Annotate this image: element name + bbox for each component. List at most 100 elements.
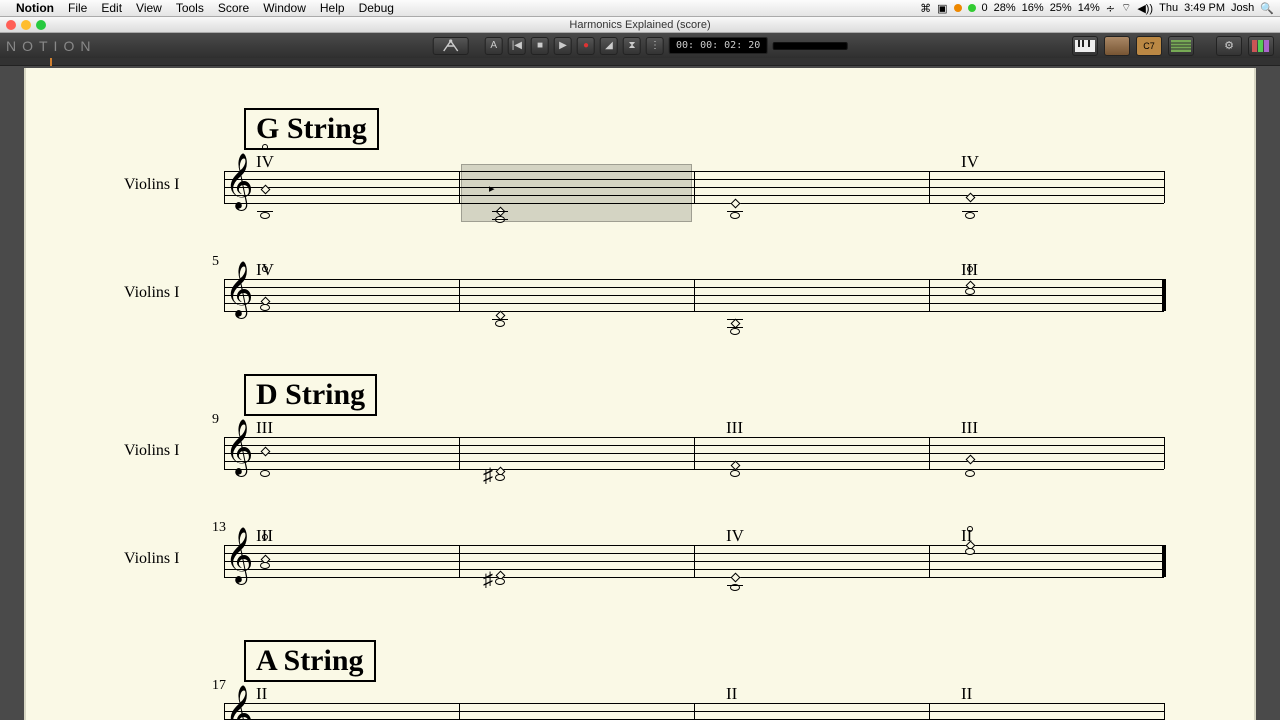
conductor-button[interactable] <box>433 37 469 55</box>
status-pct: 14% <box>1078 2 1100 14</box>
bar-number: 13 <box>212 520 226 536</box>
status-pct: 28% <box>994 2 1016 14</box>
brand-logo: NOTION <box>6 38 96 54</box>
menu-help[interactable]: Help <box>320 1 345 15</box>
score-viewport[interactable]: G StringViolins I𝄞▸IVIVViolins I5𝄞IVIIID… <box>0 66 1280 720</box>
instrument-label: Violins I <box>124 442 179 460</box>
playhead[interactable] <box>50 58 52 66</box>
bar-number: 5 <box>212 254 219 270</box>
record-button[interactable]: ● <box>577 37 595 55</box>
spotlight-icon[interactable]: 🔍 <box>1260 2 1274 15</box>
fretboard-panel-button[interactable] <box>1168 36 1194 56</box>
tempo-slider[interactable] <box>772 42 847 50</box>
volume-icon[interactable]: ◀)) <box>1137 2 1153 15</box>
instrument-label: Violins I <box>124 284 179 302</box>
timecode-display: 00: 00: 02: 20 <box>669 37 767 54</box>
user-name[interactable]: Josh <box>1231 2 1254 14</box>
string-roman-numeral: III <box>256 418 273 438</box>
window-traffic-lights <box>6 20 46 30</box>
whole-note[interactable] <box>965 212 975 219</box>
whole-note[interactable] <box>965 288 975 295</box>
whole-note[interactable] <box>965 470 975 477</box>
treble-clef-icon: 𝄞 <box>225 532 253 580</box>
bluetooth-icon[interactable]: ∻ <box>1106 2 1115 15</box>
harmonic-circle-icon <box>262 144 268 150</box>
treble-clef-icon: 𝄞 <box>225 424 253 472</box>
bar-number: 9 <box>212 412 219 428</box>
menu-window[interactable]: Window <box>263 1 306 15</box>
minimize-window-button[interactable] <box>21 20 31 30</box>
status-tray: ⌘ ▣ 0 28% 16% 25% 14% ∻ ⌔ ◀)) Thu 3:49 P… <box>920 1 1274 15</box>
menu-debug[interactable]: Debug <box>359 1 394 15</box>
menu-score[interactable]: Score <box>218 1 249 15</box>
more-button[interactable]: ⋮ <box>646 37 664 55</box>
whole-note[interactable] <box>260 470 270 477</box>
mac-menubar: Notion File Edit View Tools Score Window… <box>0 0 1280 17</box>
toolbar: NOTION A |◀ ■ ▶ ● ◢ ⧗ ⋮ 00: 00: 02: 20 C… <box>0 33 1280 58</box>
string-roman-numeral: IV <box>961 152 979 172</box>
status-icon: ▣ <box>937 2 947 15</box>
keyboard-panel-button[interactable] <box>1072 36 1098 56</box>
whole-note[interactable] <box>495 320 505 327</box>
whole-note[interactable] <box>965 548 975 555</box>
library-panel-button[interactable] <box>1104 36 1130 56</box>
staff-system[interactable]: Violins I13𝄞IIIIVII♯ <box>84 532 1196 612</box>
window-titlebar: Harmonics Explained (score) <box>0 17 1280 33</box>
whole-note[interactable] <box>495 578 505 585</box>
string-roman-numeral: IV <box>256 152 274 172</box>
harmonic-circle-icon <box>967 526 973 532</box>
harmonic-circle-icon <box>262 534 268 540</box>
section-title: D String <box>244 374 377 416</box>
harmonic-circle-icon <box>262 266 268 272</box>
staff-system[interactable]: 17𝄞IIIIII <box>84 690 1196 720</box>
staff-system[interactable]: Violins I9𝄞IIIIIIIII♯ <box>84 424 1196 504</box>
close-window-button[interactable] <box>6 20 16 30</box>
menu-view[interactable]: View <box>136 1 162 15</box>
bar-selection[interactable] <box>461 164 692 222</box>
sharp-accidental: ♯ <box>483 574 493 586</box>
rewind-button[interactable]: |◀ <box>508 37 526 55</box>
whole-note[interactable] <box>260 212 270 219</box>
string-roman-numeral: III <box>961 418 978 438</box>
mixer-button[interactable]: ◢ <box>600 37 618 55</box>
status-dot-icon <box>968 4 976 12</box>
palette-button[interactable] <box>1248 36 1274 56</box>
string-roman-numeral: III <box>726 418 743 438</box>
string-roman-numeral: II <box>256 684 267 704</box>
whole-note[interactable] <box>260 562 270 569</box>
status-icon: ⌘ <box>920 2 931 15</box>
chord-panel-button[interactable]: C7 <box>1136 36 1162 56</box>
menu-app[interactable]: Notion <box>16 1 54 15</box>
whole-note[interactable] <box>260 304 270 311</box>
whole-note[interactable] <box>730 212 740 219</box>
whole-note[interactable] <box>495 474 505 481</box>
staff-system[interactable]: Violins I5𝄞IVIII <box>84 266 1196 346</box>
menu-tools[interactable]: Tools <box>176 1 204 15</box>
treble-clef-icon: 𝄞 <box>225 690 253 720</box>
window-title: Harmonics Explained (score) <box>569 19 710 31</box>
clock-day[interactable]: Thu <box>1159 2 1178 14</box>
metronome-button[interactable]: ⧗ <box>623 37 641 55</box>
whole-note[interactable] <box>730 470 740 477</box>
edit-cursor-icon: ▸ <box>489 182 495 195</box>
status-pct: 16% <box>1022 2 1044 14</box>
instrument-label: Violins I <box>124 176 179 194</box>
wifi-icon[interactable]: ⌔ <box>1121 1 1131 15</box>
whole-note[interactable] <box>730 328 740 335</box>
status-pct: 0 <box>982 2 988 14</box>
staff-system[interactable]: Violins I𝄞▸IVIV <box>84 158 1196 238</box>
text-tool-button[interactable]: A <box>485 37 503 55</box>
treble-clef-icon: 𝄞 <box>225 266 253 314</box>
string-roman-numeral: IV <box>726 526 744 546</box>
score-page[interactable]: G StringViolins I𝄞▸IVIVViolins I5𝄞IVIIID… <box>24 68 1256 720</box>
settings-button[interactable]: ⚙ <box>1216 36 1242 56</box>
treble-clef-icon: 𝄞 <box>225 158 253 206</box>
play-button[interactable]: ▶ <box>554 37 572 55</box>
stop-button[interactable]: ■ <box>531 37 549 55</box>
instrument-label: Violins I <box>124 550 179 568</box>
zoom-window-button[interactable] <box>36 20 46 30</box>
timeline-ruler[interactable] <box>0 58 1280 66</box>
menu-edit[interactable]: Edit <box>101 1 122 15</box>
clock-time[interactable]: 3:49 PM <box>1184 2 1225 14</box>
menu-file[interactable]: File <box>68 1 87 15</box>
